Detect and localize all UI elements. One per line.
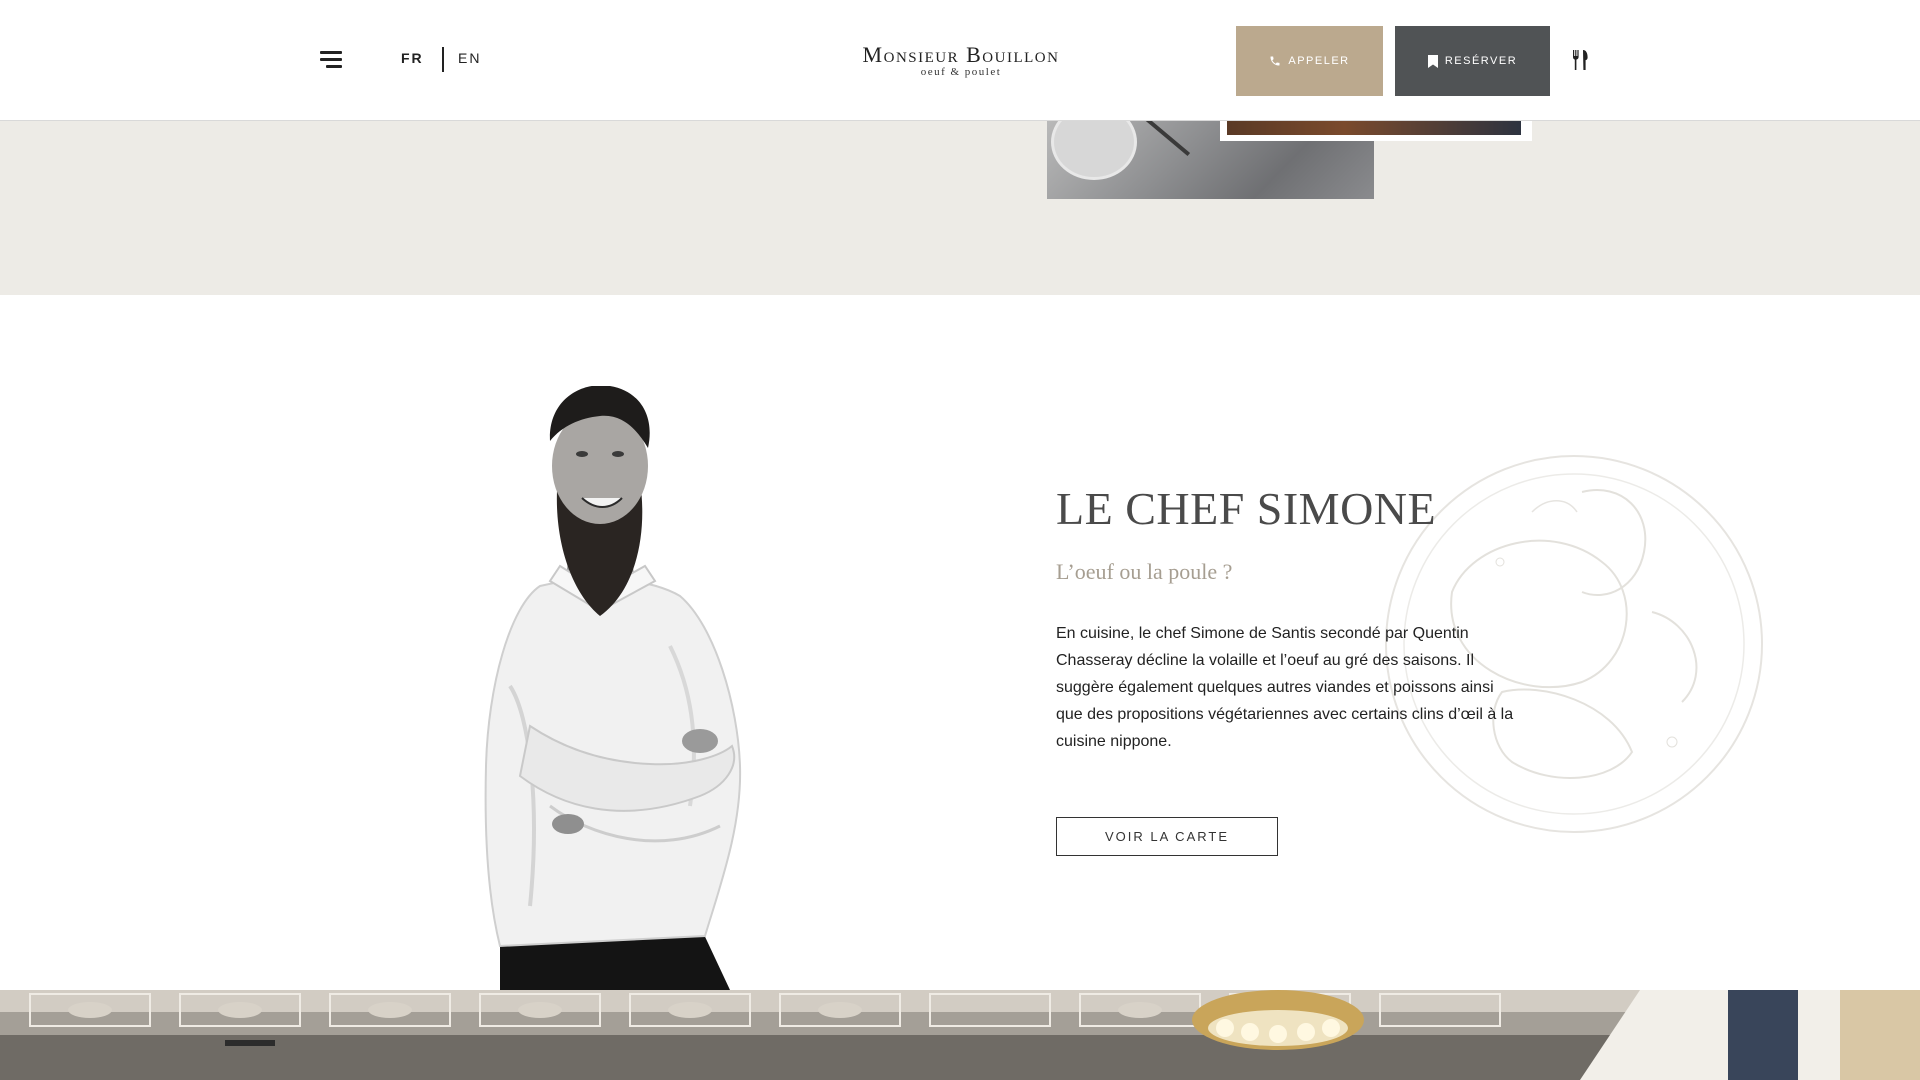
site-header: FR EN Monsieur Bouillon oeuf & poulet AP…	[0, 0, 1920, 121]
chef-section-title: LE CHEF SIMONE	[1056, 483, 1437, 534]
lang-divider	[442, 47, 444, 72]
chef-section-text: En cuisine, le chef Simone de Santis sec…	[1056, 625, 1514, 750]
logo-title: Monsieur Bouillon	[862, 42, 1060, 67]
book-button-label: RESÉRVER	[1444, 55, 1518, 67]
menu-icon[interactable]	[320, 51, 344, 71]
phone-icon	[1270, 56, 1280, 66]
chef-section-subtitle: L’oeuf ou la poule ?	[1056, 559, 1233, 584]
bookmark-icon	[1427, 54, 1438, 68]
book-button[interactable]: RESÉRVER	[1395, 26, 1550, 96]
call-button[interactable]: APPELER	[1236, 26, 1383, 96]
call-button-label: APPELER	[1288, 55, 1350, 67]
lang-en-link[interactable]: EN	[458, 50, 481, 66]
lang-fr-link[interactable]: FR	[401, 50, 424, 66]
view-menu-button[interactable]: VOIR LA CARTE	[1056, 817, 1278, 856]
restaurant-ceiling-photo	[0, 990, 1920, 1080]
framed-photo	[1220, 120, 1532, 141]
chef-portrait	[484, 386, 742, 990]
logo-subtitle: oeuf & poulet	[920, 66, 1002, 78]
previous-section-band	[0, 104, 1920, 295]
site-logo[interactable]: Monsieur Bouillon oeuf & poulet	[846, 42, 1076, 79]
fork-knife-icon[interactable]	[1572, 50, 1590, 70]
